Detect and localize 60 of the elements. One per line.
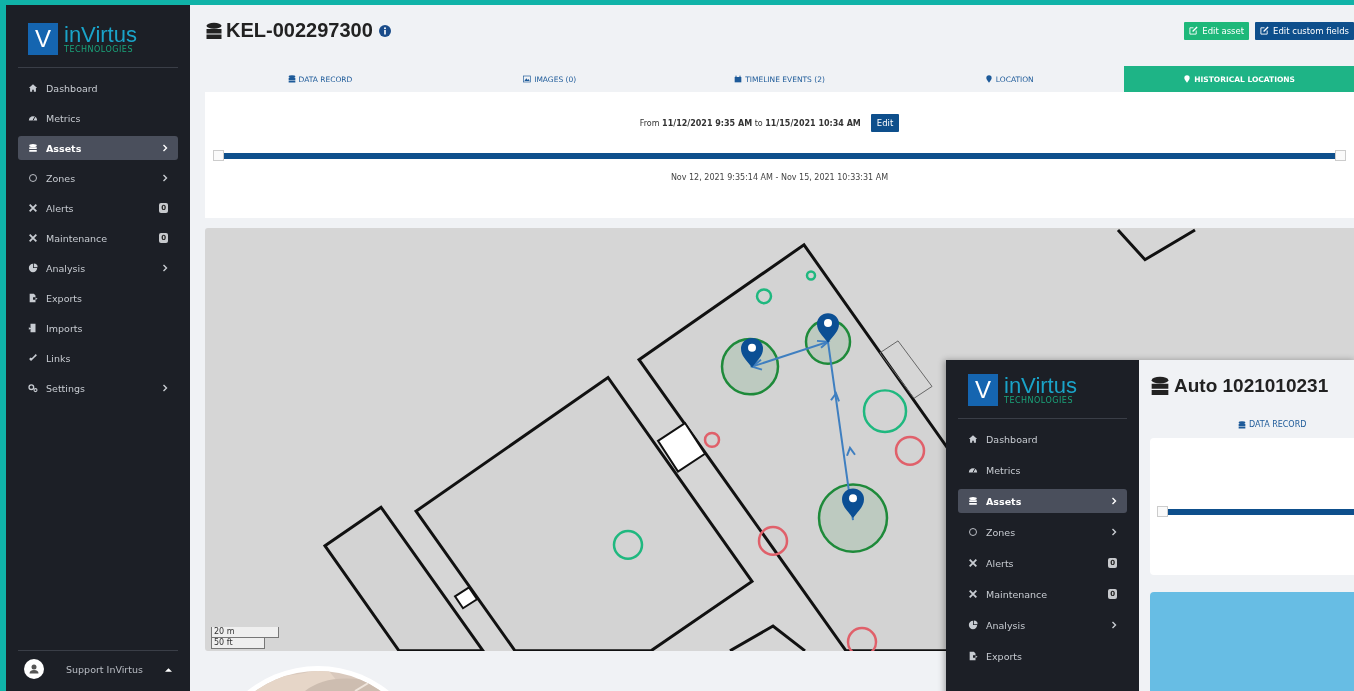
sidebar-item[interactable]: Zones [18, 166, 178, 190]
zone-circle[interactable] [817, 483, 889, 554]
database-icon [1150, 376, 1170, 396]
home-icon [968, 434, 978, 444]
map-pin-icon [984, 75, 993, 84]
gears-icon [28, 383, 38, 393]
database-icon [28, 143, 38, 153]
sidebar-item[interactable]: Dashboard [18, 76, 178, 100]
sidebar-item[interactable]: Zones [958, 520, 1127, 544]
edit-icon [1260, 26, 1270, 36]
home-icon [28, 83, 38, 93]
asset-title: KEL-002297300 [226, 19, 373, 43]
info-icon[interactable] [378, 24, 391, 37]
sidebar-item[interactable]: Links [18, 346, 178, 370]
window-outline [879, 340, 933, 399]
calendar-icon [734, 75, 743, 84]
export-icon [968, 651, 978, 661]
caret-icon[interactable] [165, 666, 172, 672]
circle-icon [28, 173, 38, 183]
user-avatar-icon [24, 659, 44, 679]
location-pin-icon[interactable] [817, 313, 839, 344]
scale-label: 50 ft [211, 638, 265, 649]
sidebar-item[interactable]: Analysis [958, 613, 1127, 637]
edit-icon [1189, 26, 1199, 36]
sidebar-item[interactable]: Dashboard [958, 427, 1127, 451]
database-icon [1238, 420, 1246, 429]
gauge-icon [28, 113, 38, 123]
scale-label: 20 m [211, 627, 279, 638]
import-icon [28, 323, 38, 333]
asset-title: Auto 1021010231 [1174, 375, 1329, 397]
sidebar-item[interactable]: Settings [18, 376, 178, 400]
tab[interactable]: DATA RECORD [1238, 420, 1354, 429]
edit-button[interactable]: Edit custom fields [1255, 21, 1354, 40]
sidebar-item[interactable]: Analysis [18, 256, 178, 280]
zone-circle[interactable] [757, 526, 789, 557]
pie-chart-icon [968, 620, 978, 630]
export-icon [28, 293, 38, 303]
sidebar-item[interactable]: Metrics [958, 458, 1127, 482]
sidebar-item[interactable]: Imports [18, 316, 178, 340]
range-reading: Nov 12, 2021 9:35:14 AM - Nov 15, 2021 10:33:31 AM [670, 173, 889, 183]
edit-button[interactable]: Edit [870, 114, 900, 133]
image-icon [523, 75, 532, 84]
database-icon [968, 496, 978, 506]
location-pin-icon[interactable] [741, 338, 763, 368]
sidebar-item[interactable]: Metrics [18, 106, 178, 130]
location-pin-icon[interactable] [842, 488, 864, 519]
sidebar-item[interactable]: Exports [18, 286, 178, 310]
user-name[interactable]: Support InVirtus [52, 663, 157, 675]
database-icon [287, 75, 296, 84]
database-icon [205, 21, 223, 40]
pie-chart-icon [28, 263, 38, 273]
map-pin-icon [1183, 75, 1192, 84]
sidebar-item[interactable]: Assets [18, 136, 178, 160]
date-range-text: From 11/12/2021 9:35 AM to 11/15/2021 10:34 AM [639, 118, 861, 128]
sidebar-item[interactable]: Assets [958, 489, 1127, 513]
gauge-icon [968, 465, 978, 475]
doorway [453, 586, 479, 610]
doorway [656, 421, 707, 474]
circle-icon [968, 527, 978, 537]
range-slider[interactable] [213, 150, 1346, 162]
